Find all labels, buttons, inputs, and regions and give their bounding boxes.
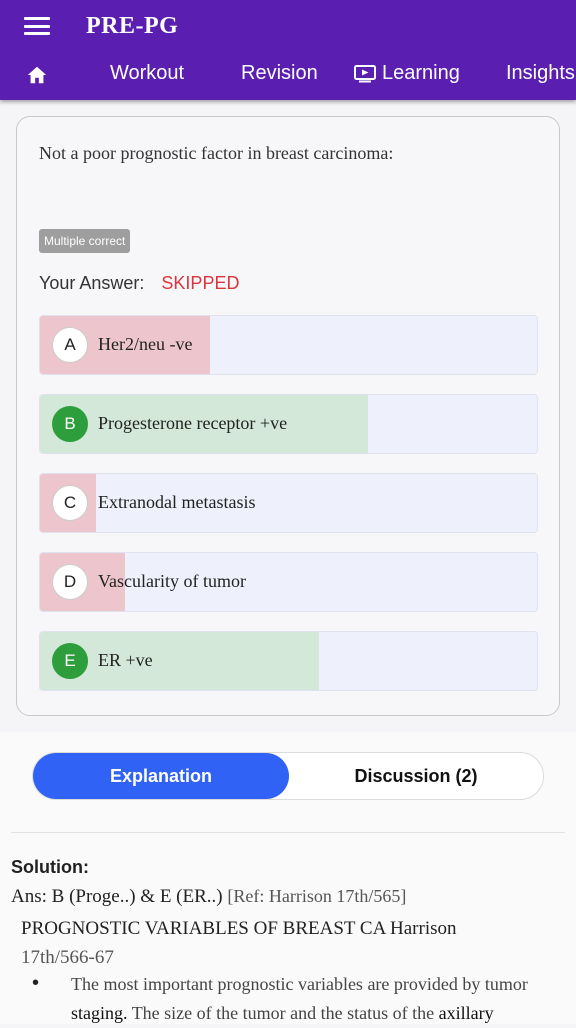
nav-learning-label: Learning	[382, 62, 460, 84]
menu-icon[interactable]	[24, 17, 50, 35]
your-answer-label: Your Answer:	[39, 273, 145, 293]
bullet-text-c: The size of the tumor and the status of …	[131, 1003, 435, 1023]
option-d[interactable]: D Vascularity of tumor	[39, 552, 538, 612]
option-d-letter: D	[52, 564, 88, 600]
option-a-text: Her2/neu -ve	[98, 334, 193, 354]
solution-answer: Ans: B (Proge..) & E (ER..) [Ref: Harris…	[11, 886, 406, 908]
bullet-dot: •	[32, 972, 40, 994]
solution-answer-text: Ans: B (Proge..) & E (ER..)	[11, 886, 223, 907]
option-b-letter: B	[52, 406, 88, 442]
bullet-text-b: staging.	[71, 1003, 128, 1023]
your-answer-row: Your Answer: SKIPPED	[39, 273, 239, 294]
home-icon[interactable]	[26, 64, 48, 86]
bullet-text-a: The most important prognostic variables …	[71, 974, 528, 994]
option-e-letter: E	[52, 643, 88, 679]
question-text: Not a poor prognostic factor in breast c…	[39, 143, 394, 163]
option-a[interactable]: A Her2/neu -ve	[39, 315, 538, 375]
nav-revision[interactable]: Revision	[241, 62, 318, 85]
option-e-text: ER +ve	[98, 650, 153, 670]
variables-ref: 17th/566-67	[21, 947, 114, 968]
your-answer-value: SKIPPED	[161, 273, 240, 293]
nav-insights-label: Insights	[506, 62, 575, 84]
option-a-letter: A	[52, 327, 88, 363]
app-header: PRE-PG Workout Revision Learning Insight…	[0, 0, 576, 100]
option-c-letter: C	[52, 485, 88, 521]
option-c-text: Extranodal metastasis	[98, 492, 256, 512]
solution-answer-ref: [Ref: Harrison 17th/565]	[227, 886, 407, 906]
multiple-correct-badge: Multiple correct	[39, 229, 131, 253]
option-b[interactable]: B Progesterone receptor +ve	[39, 394, 538, 454]
nav-learning[interactable]: Learning	[354, 62, 460, 85]
solution-panel: Explanation Discussion (2) Solution: Ans…	[0, 732, 576, 1024]
divider	[11, 832, 565, 833]
prognostic-variables-heading: PROGNOSTIC VARIABLES OF BREAST CA Harris…	[21, 914, 541, 972]
tab-explanation[interactable]: Explanation	[33, 753, 289, 799]
learning-play-icon	[354, 64, 376, 82]
question-card: Not a poor prognostic factor in breast c…	[16, 116, 560, 716]
option-e[interactable]: E ER +ve	[39, 631, 538, 691]
tab-discussion[interactable]: Discussion (2)	[289, 753, 543, 799]
option-b-text: Progesterone receptor +ve	[98, 413, 288, 433]
nav-workout[interactable]: Workout	[110, 62, 184, 85]
top-bar: PRE-PG	[0, 0, 576, 52]
nav-insights[interactable]: Insights	[506, 62, 575, 85]
option-d-text: Vascularity of tumor	[98, 571, 246, 591]
bullet-text-d: axillary	[438, 1003, 494, 1023]
nav-revision-label: Revision	[241, 62, 318, 84]
variables-title: PROGNOSTIC VARIABLES OF BREAST CA Harris…	[21, 918, 457, 939]
option-c[interactable]: C Extranodal metastasis	[39, 473, 538, 533]
app-title: PRE-PG	[86, 13, 179, 39]
bullet-text: The most important prognostic variables …	[71, 970, 567, 1028]
solution-heading: Solution:	[11, 857, 89, 877]
nav-workout-label: Workout	[110, 62, 185, 84]
nav-tabs: Workout Revision Learning Insights	[0, 52, 576, 100]
explanation-tabs: Explanation Discussion (2)	[32, 752, 544, 800]
